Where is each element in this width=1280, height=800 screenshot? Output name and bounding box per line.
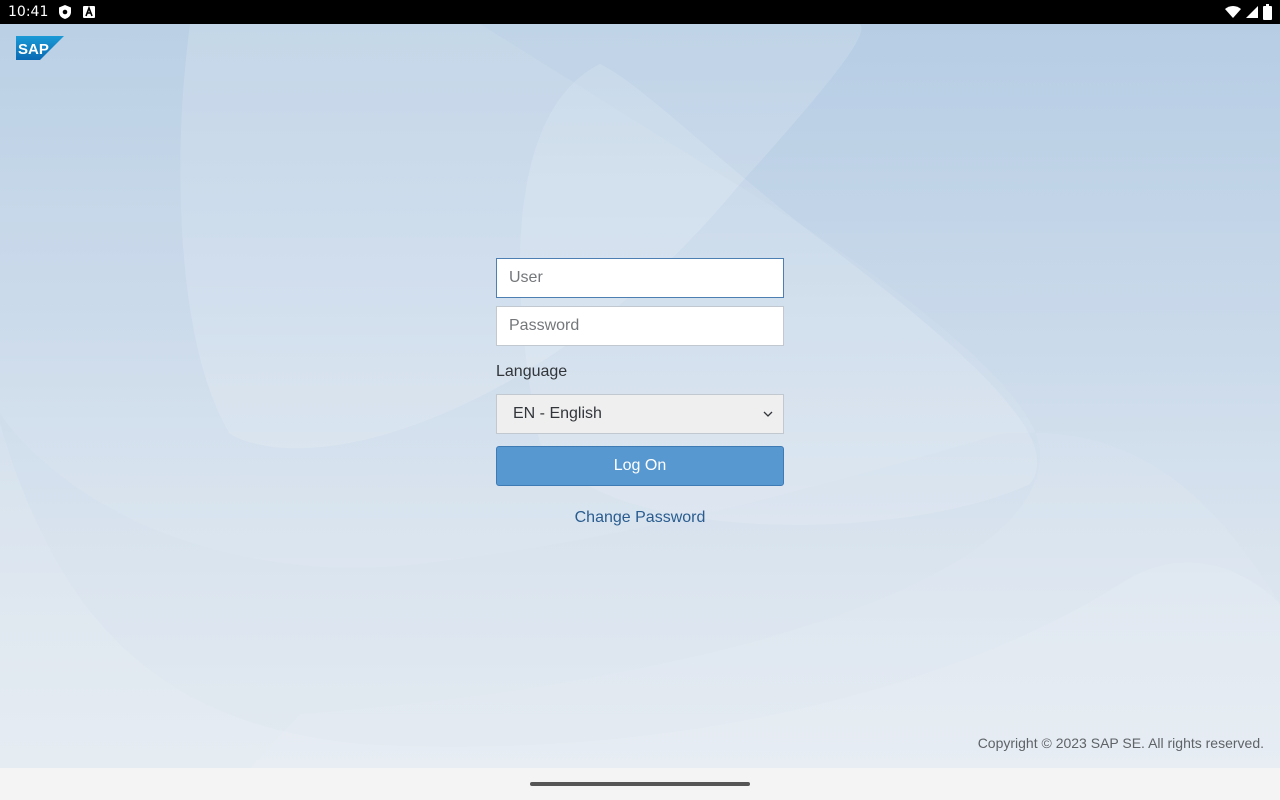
copyright-text: Copyright © 2023 SAP SE. All rights rese… xyxy=(977,735,1264,751)
status-bar: 10:41 xyxy=(0,0,1280,24)
status-icons-right xyxy=(1225,4,1272,20)
battery-icon xyxy=(1263,4,1272,20)
shield-icon xyxy=(58,4,72,20)
language-select-value: EN - English xyxy=(513,405,602,422)
change-password-link[interactable]: Change Password xyxy=(496,508,784,528)
password-input[interactable] xyxy=(496,306,784,346)
status-time: 10:41 xyxy=(8,4,49,20)
status-icons-left xyxy=(58,4,96,20)
login-form: Language EN - English Log On Change Pass… xyxy=(496,258,784,528)
font-a-icon xyxy=(82,5,96,19)
chevron-down-icon xyxy=(763,411,773,417)
login-page: SAP Language EN - English Log On Change … xyxy=(0,24,1280,768)
user-input[interactable] xyxy=(496,258,784,298)
language-select[interactable]: EN - English xyxy=(496,394,784,434)
wifi-icon xyxy=(1225,5,1241,19)
sap-logo: SAP xyxy=(16,36,64,65)
language-label: Language xyxy=(496,363,568,380)
home-gesture-handle[interactable] xyxy=(530,782,750,786)
log-on-button[interactable]: Log On xyxy=(496,446,784,486)
signal-icon xyxy=(1245,5,1259,19)
svg-text:SAP: SAP xyxy=(18,41,49,58)
navigation-bar xyxy=(0,768,1280,800)
